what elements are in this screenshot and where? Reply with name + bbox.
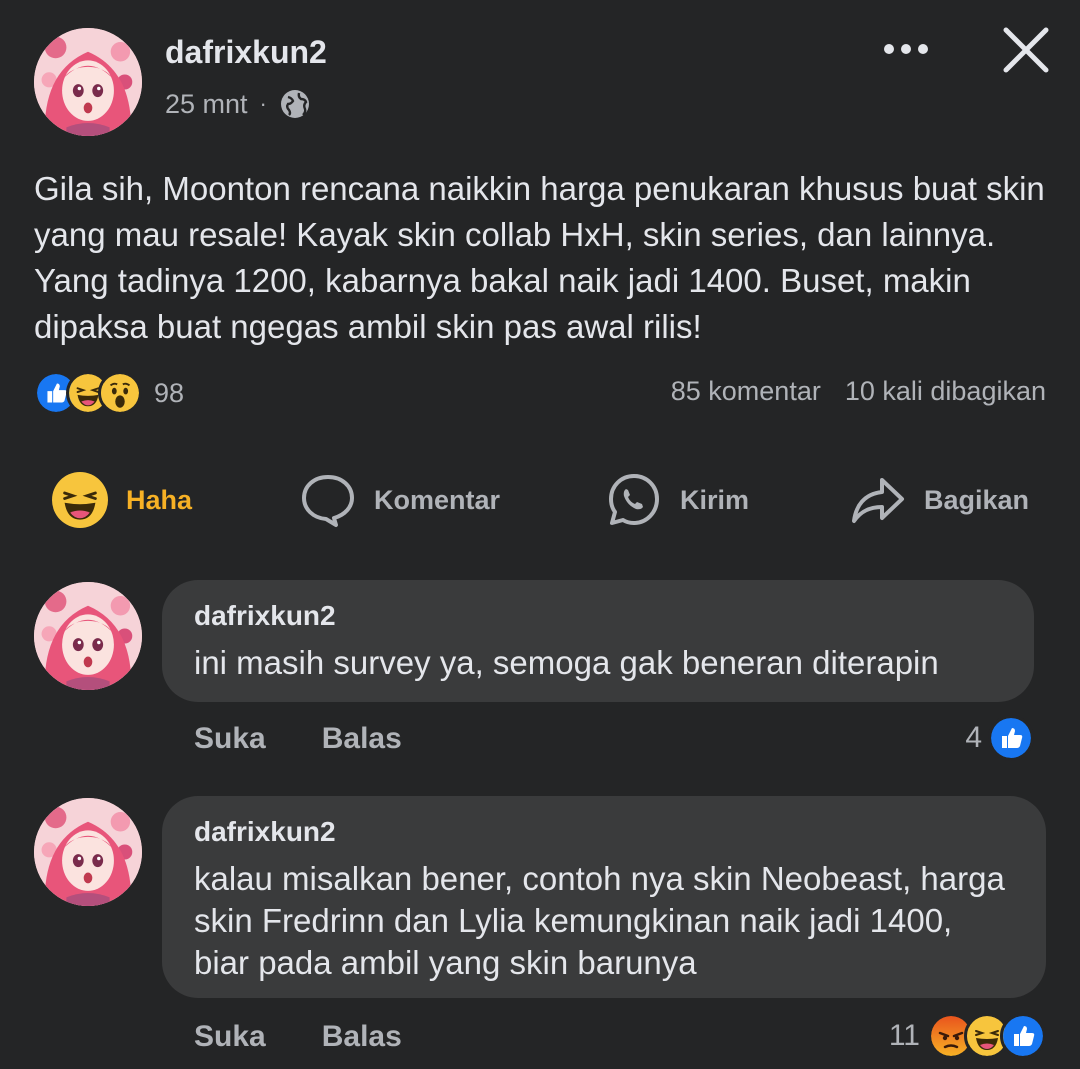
- share-label: Bagikan: [924, 484, 1030, 515]
- comment-reaction-count: 11: [888, 1019, 920, 1052]
- reply-comment-button[interactable]: Balas: [322, 722, 402, 756]
- comment-reactions[interactable]: 11: [889, 1013, 1046, 1059]
- send-label: Kirim: [680, 484, 750, 515]
- post-author-name[interactable]: dafrixkun2: [165, 34, 327, 71]
- shares-count[interactable]: 10 kali dibagikan: [845, 376, 1046, 407]
- wow-icon: [98, 371, 142, 415]
- send-button[interactable]: Kirim: [606, 462, 749, 538]
- like-icon: [1000, 1013, 1046, 1059]
- post-body-text: Gila sih, Moonton rencana naikkin harga …: [34, 170, 1045, 345]
- more-dot: [901, 44, 911, 54]
- meta-separator: ·: [259, 91, 267, 116]
- comment-author[interactable]: dafrixkun2: [194, 816, 336, 848]
- comment-bubble[interactable]: dafrixkun2 ini masih survey ya, semoga g…: [162, 580, 1034, 702]
- author-avatar[interactable]: [34, 28, 142, 136]
- comment-author[interactable]: dafrixkun2: [194, 600, 336, 632]
- more-dot: [884, 44, 894, 54]
- react-button[interactable]: Haha: [52, 462, 192, 538]
- comment-actions: Suka Balas: [194, 722, 402, 756]
- comment-button[interactable]: Komentar: [300, 462, 500, 538]
- reaction-count: 98: [154, 377, 185, 408]
- post-time[interactable]: 25 mnt: [165, 89, 248, 120]
- whatsapp-icon: [609, 474, 659, 525]
- share-icon: [852, 478, 904, 523]
- share-button[interactable]: Bagikan: [850, 462, 1029, 538]
- more-dot: [918, 44, 928, 54]
- close-icon[interactable]: [1000, 24, 1052, 76]
- like-icon: [988, 715, 1034, 761]
- comment-text: ini masih survey ya, semoga gak beneran …: [194, 644, 939, 681]
- comment-reaction-count: 4: [965, 721, 982, 754]
- reply-comment-button[interactable]: Balas: [322, 1020, 402, 1054]
- comment-avatar[interactable]: [34, 582, 142, 690]
- reaction-summary[interactable]: 98: [34, 370, 184, 416]
- comment-actions: Suka Balas: [194, 1020, 402, 1054]
- comment-label: Komentar: [374, 484, 501, 515]
- haha-icon: [52, 472, 108, 528]
- globe-icon: [280, 90, 309, 118]
- comment-icon: [302, 475, 354, 527]
- comment-reactions[interactable]: 4: [965, 715, 1034, 761]
- react-label: Haha: [126, 484, 193, 515]
- comment-text: kalau misalkan bener, contoh nya skin Ne…: [194, 860, 1005, 981]
- comment-avatar[interactable]: [34, 798, 142, 906]
- comment-bubble[interactable]: dafrixkun2 kalau misalkan bener, contoh …: [162, 796, 1046, 998]
- post-meta: 25 mnt ·: [165, 88, 311, 120]
- like-comment-button[interactable]: Suka: [194, 1020, 266, 1054]
- like-comment-button[interactable]: Suka: [194, 722, 266, 756]
- post-stats: 85 komentar 10 kali dibagikan: [671, 376, 1046, 407]
- more-options-button[interactable]: [878, 32, 934, 66]
- post-action-bar: Haha Komentar Kirim Bagikan: [0, 462, 1080, 538]
- comments-count[interactable]: 85 komentar: [671, 376, 821, 407]
